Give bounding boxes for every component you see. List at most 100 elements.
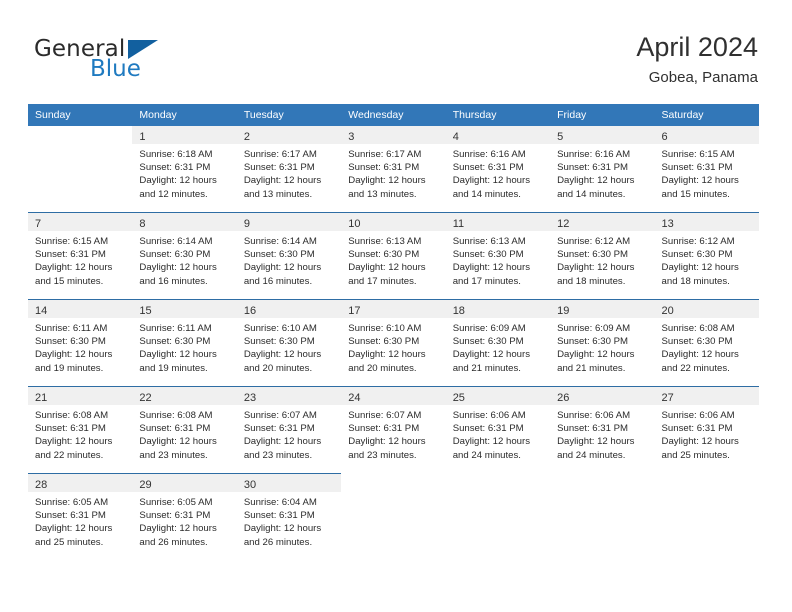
calendar-day-cell[interactable]: 17 Sunrise: 6:10 AM Sunset: 6:30 PM Dayligh…	[341, 299, 446, 387]
calendar-day-cell[interactable]: 26 Sunrise: 6:06 AM Sunset: 6:31 PM Dayligh…	[550, 386, 655, 474]
day-detail-line: Sunrise: 6:17 AM	[348, 149, 422, 160]
calendar-day-cell[interactable]: 13 Sunrise: 6:12 AM Sunset: 6:30 PM Dayligh…	[654, 212, 759, 300]
day-detail-line: and 24 minutes.	[452, 449, 521, 461]
day-number-band: 30	[236, 474, 342, 492]
calendar-grid: Sunday Monday Tuesday Wednesday Thursday Frid…	[28, 104, 759, 560]
day-number-band: 12	[550, 213, 655, 231]
day-detail-line: Sunrise: 6:13 AM	[452, 236, 526, 247]
calendar-day-cell-empty	[341, 473, 446, 560]
day-detail-line: and 16 minutes.	[243, 275, 313, 287]
calendar-day-cell[interactable]: 16 Sunrise: 6:10 AM Sunset: 6:30 PM Dayligh…	[236, 299, 342, 387]
day-detail-line: and 16 minutes.	[139, 275, 208, 287]
calendar-day-cell[interactable]: 1 Sunrise: 6:18 AM Sunset: 6:31 PM Daylight…	[132, 126, 237, 213]
day-number-band: 24	[341, 387, 446, 405]
calendar-day-cell[interactable]: 24 Sunrise: 6:07 AM Sunset: 6:31 PM Dayligh…	[341, 386, 446, 474]
day-detail-line: and 12 minutes.	[139, 188, 208, 200]
day-details	[28, 144, 132, 212]
calendar-day-cell[interactable]: 27 Sunrise: 6:06 AM Sunset: 6:31 PM Dayligh…	[654, 386, 759, 474]
day-number: 30	[243, 479, 257, 491]
day-detail-line: and 25 minutes.	[661, 449, 730, 461]
day-number-band	[341, 474, 446, 492]
day-detail-line: and 21 minutes.	[557, 362, 626, 374]
day-detail-line: Daylight: 12 hours	[661, 349, 739, 361]
calendar-day-cell[interactable]: 2 Sunrise: 6:17 AM Sunset: 6:31 PM Daylight…	[236, 126, 342, 213]
calendar-day-cell[interactable]: 28 Sunrise: 6:05 AM Sunset: 6:31 PM Dayligh…	[28, 473, 133, 560]
day-detail-line: Daylight: 12 hours	[243, 523, 322, 535]
day-number: 26	[557, 392, 570, 404]
calendar-day-cell[interactable]: 4 Sunrise: 6:16 AM Sunset: 6:31 PM Daylight…	[445, 126, 551, 213]
day-number-band: 21	[28, 387, 133, 405]
day-number-band: 15	[132, 300, 237, 318]
day-detail-line: and 26 minutes.	[139, 536, 208, 548]
calendar-day-cell[interactable]: 20 Sunrise: 6:08 AM Sunset: 6:30 PM Dayligh…	[654, 299, 759, 387]
day-detail-line: and 18 minutes.	[557, 275, 626, 287]
day-detail-line: Sunrise: 6:16 AM	[452, 149, 526, 160]
day-number-band: 22	[132, 387, 237, 405]
calendar-day-cell[interactable]: 19 Sunrise: 6:09 AM Sunset: 6:30 PM Dayligh…	[550, 299, 655, 387]
calendar-week-row: 21 Sunrise: 6:08 AM Sunset: 6:31 PM Dayligh…	[28, 386, 759, 474]
calendar-day-cell[interactable]: 10 Sunrise: 6:13 AM Sunset: 6:30 PM Dayligh…	[341, 212, 446, 300]
day-detail-line: Sunrise: 6:14 AM	[243, 236, 317, 247]
day-detail-line: Sunset: 6:31 PM	[139, 423, 211, 435]
title-block: April 2024 Gobea, Panama	[636, 30, 758, 89]
day-number-band: 2	[236, 126, 342, 144]
calendar-day-cell[interactable]: 21 Sunrise: 6:08 AM Sunset: 6:31 PM Dayligh…	[28, 386, 133, 474]
calendar-day-cell[interactable]: 22 Sunrise: 6:08 AM Sunset: 6:31 PM Dayligh…	[132, 386, 237, 474]
day-detail-line: Daylight: 12 hours	[35, 436, 113, 448]
day-number-band: 7	[28, 213, 133, 231]
day-detail-line: Sunset: 6:31 PM	[35, 510, 106, 522]
weekday-header-monday: Monday	[132, 104, 237, 126]
day-number: 1	[139, 131, 146, 143]
day-number: 27	[661, 392, 674, 404]
day-number: 2	[243, 131, 250, 143]
day-number: 5	[557, 131, 564, 143]
day-detail-line: Sunrise: 6:08 AM	[139, 410, 213, 421]
day-number: 28	[35, 479, 48, 491]
day-detail-line: Sunset: 6:30 PM	[452, 336, 524, 348]
calendar-day-cell[interactable]: 25 Sunrise: 6:06 AM Sunset: 6:31 PM Dayligh…	[445, 386, 551, 474]
day-number-band: 10	[341, 213, 446, 231]
day-detail-line: Sunset: 6:30 PM	[139, 336, 211, 348]
day-detail-line: and 15 minutes.	[661, 188, 730, 200]
calendar-header-row: Sunday Monday Tuesday Wednesday Thursday Frid…	[28, 104, 759, 126]
calendar-day-cell[interactable]: 29 Sunrise: 6:05 AM Sunset: 6:31 PM Dayligh…	[132, 473, 237, 560]
calendar-day-cell[interactable]: 9 Sunrise: 6:14 AM Sunset: 6:30 PM Daylight…	[236, 212, 342, 300]
day-details: Sunrise: 6:08 AM Sunset: 6:31 PM Daylight:…	[132, 405, 236, 473]
calendar-day-cell[interactable]: 14 Sunrise: 6:11 AM Sunset: 6:30 PM Dayligh…	[28, 299, 133, 387]
day-number: 6	[661, 131, 668, 143]
day-detail-line: Sunset: 6:30 PM	[348, 249, 420, 261]
calendar-day-cell[interactable]: 11 Sunrise: 6:13 AM Sunset: 6:30 PM Dayligh…	[445, 212, 551, 300]
day-detail-line: Sunrise: 6:09 AM	[557, 323, 631, 334]
calendar-day-cell[interactable]: 12 Sunrise: 6:12 AM Sunset: 6:30 PM Dayligh…	[550, 212, 655, 300]
calendar-day-cell[interactable]: 18 Sunrise: 6:09 AM Sunset: 6:30 PM Dayligh…	[445, 299, 551, 387]
day-detail-line: Sunrise: 6:06 AM	[557, 410, 631, 421]
day-details: Sunrise: 6:14 AM Sunset: 6:30 PM Daylight:…	[237, 231, 341, 299]
calendar-day-cell[interactable]: 15 Sunrise: 6:11 AM Sunset: 6:30 PM Dayligh…	[132, 299, 237, 387]
day-detail-line: Sunrise: 6:13 AM	[348, 236, 422, 247]
day-details: Sunrise: 6:09 AM Sunset: 6:30 PM Daylight:…	[446, 318, 550, 386]
day-number-band: 17	[341, 300, 446, 318]
day-number: 12	[557, 218, 570, 230]
day-detail-line: Daylight: 12 hours	[243, 175, 322, 187]
day-details: Sunrise: 6:10 AM Sunset: 6:30 PM Daylight:…	[237, 318, 341, 386]
calendar-day-cell[interactable]: 8 Sunrise: 6:14 AM Sunset: 6:30 PM Daylight…	[132, 212, 237, 300]
day-detail-line: and 26 minutes.	[243, 536, 313, 548]
day-details: Sunrise: 6:17 AM Sunset: 6:31 PM Daylight:…	[237, 144, 341, 212]
calendar-day-cell[interactable]: 6 Sunrise: 6:15 AM Sunset: 6:31 PM Daylight…	[654, 126, 759, 213]
day-detail-line: Sunset: 6:30 PM	[452, 249, 524, 261]
day-detail-line: Sunset: 6:31 PM	[139, 162, 211, 174]
calendar-day-cell[interactable]: 7 Sunrise: 6:15 AM Sunset: 6:31 PM Daylight…	[28, 212, 133, 300]
weekday-header-saturday: Saturday	[654, 104, 759, 126]
day-detail-line: Daylight: 12 hours	[243, 262, 322, 274]
calendar-day-cell[interactable]: 5 Sunrise: 6:16 AM Sunset: 6:31 PM Daylight…	[550, 126, 655, 213]
general-blue-logo[interactable]: General Blue	[34, 36, 194, 88]
day-detail-line: Sunset: 6:31 PM	[452, 423, 524, 435]
day-number-band: 4	[445, 126, 551, 144]
calendar-week-row: 7 Sunrise: 6:15 AM Sunset: 6:31 PM Daylight…	[28, 212, 759, 300]
day-detail-line: Daylight: 12 hours	[661, 175, 739, 187]
calendar-day-cell[interactable]: 23 Sunrise: 6:07 AM Sunset: 6:31 PM Dayligh…	[236, 386, 342, 474]
day-detail-line: Daylight: 12 hours	[661, 436, 739, 448]
day-detail-line: Sunrise: 6:14 AM	[139, 236, 213, 247]
calendar-day-cell[interactable]: 30 Sunrise: 6:04 AM Sunset: 6:31 PM Dayligh…	[236, 473, 342, 560]
calendar-day-cell[interactable]: 3 Sunrise: 6:17 AM Sunset: 6:31 PM Daylight…	[341, 126, 446, 213]
